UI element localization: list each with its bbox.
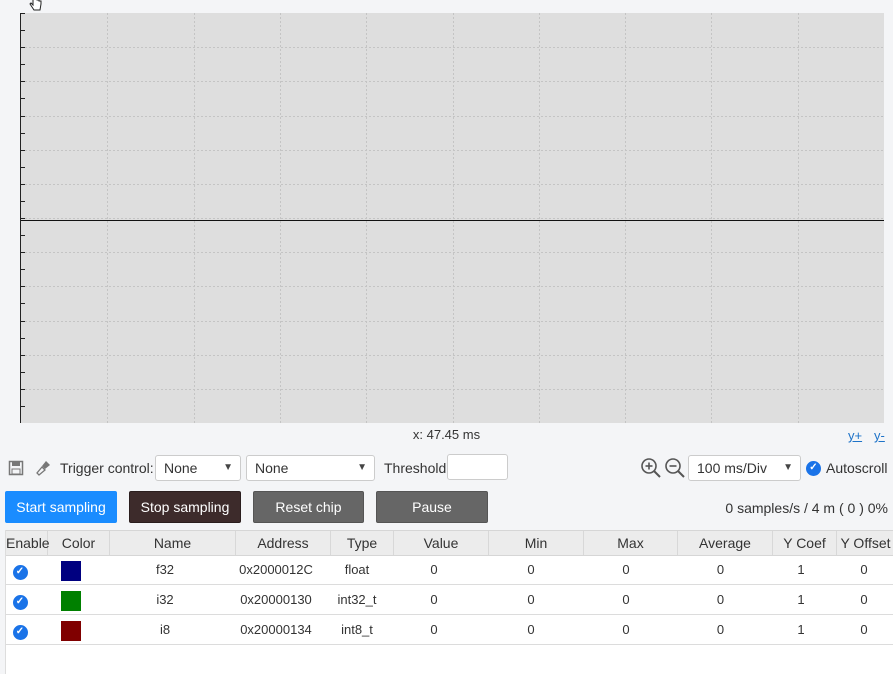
cell-max: 0 (622, 622, 630, 637)
autoscroll-label: Autoscroll (826, 460, 888, 476)
color-swatch-i8 (61, 620, 81, 641)
cell-value: 0 (430, 562, 438, 577)
y-zoom-in-link[interactable]: y+ (848, 428, 862, 443)
cell-max: 0 (622, 562, 630, 577)
start-sampling-button[interactable]: Start sampling (5, 491, 117, 523)
cell-min: 0 (527, 622, 535, 637)
table-row[interactable]: ✓ i8 0x20000134 int8_t 0 0 0 0 1 0 (6, 615, 893, 645)
cell-address: 0x20000134 (240, 622, 312, 637)
variables-table: Enable Color Name Address Type Value Min… (5, 530, 893, 674)
column-header-address[interactable]: Address (236, 531, 331, 555)
cell-name: i32 (156, 592, 174, 607)
check-icon: ✓ (806, 460, 821, 476)
cell-type: float (344, 562, 370, 577)
cell-min: 0 (527, 592, 535, 607)
cell-yoffset[interactable]: 0 (837, 585, 891, 614)
cell-value: 0 (430, 622, 438, 637)
zoom-in-icon[interactable] (640, 457, 662, 479)
cell-address: 0x20000130 (240, 592, 312, 607)
zoom-out-icon[interactable] (664, 457, 686, 479)
check-icon: ✓ (12, 564, 28, 580)
cell-ycoef[interactable]: 1 (773, 555, 829, 584)
autoscroll-toggle[interactable]: ✓ Autoscroll (806, 460, 887, 476)
y-zoom-out-link[interactable]: y- (874, 428, 885, 443)
color-swatch-i32 (61, 590, 81, 611)
samples-status: 0 samples/s / 4 m ( 0 ) 0% (725, 500, 888, 516)
cell-type: int8_t (341, 622, 373, 637)
cell-address: 0x2000012C (239, 562, 313, 577)
pause-button[interactable]: Pause (376, 491, 488, 523)
cell-max: 0 (622, 592, 630, 607)
table-header: Enable Color Name Address Type Value Min… (6, 530, 893, 556)
plot-grid (21, 13, 884, 423)
trigger-channel-value: None (164, 460, 198, 476)
trigger-control-label: Trigger control: (60, 460, 154, 476)
cell-yoffset[interactable]: 0 (837, 615, 891, 644)
x-cursor-readout: x: 47.45 ms (412, 427, 481, 442)
table-row[interactable]: ✓ f32 0x2000012C float 0 0 0 0 1 0 (6, 555, 893, 585)
chevron-down-icon: ▼ (357, 462, 367, 473)
save-icon[interactable] (7, 459, 25, 477)
plot-area[interactable] (20, 13, 884, 423)
column-header-ycoef[interactable]: Y Coef (773, 531, 837, 555)
column-header-min[interactable]: Min (489, 531, 584, 555)
cell-yoffset[interactable]: 0 (837, 555, 891, 584)
trigger-mode-value: None (255, 460, 289, 476)
cell-average: 0 (716, 562, 725, 577)
cell-average: 0 (716, 592, 725, 607)
trigger-mode-select[interactable]: None ▼ (246, 455, 375, 481)
enable-checkbox[interactable]: ✓ (6, 615, 34, 644)
broom-icon[interactable] (35, 459, 53, 477)
cell-name: f32 (155, 562, 175, 577)
column-header-name[interactable]: Name (110, 531, 236, 555)
threshold-label: Threshold: (384, 460, 451, 476)
threshold-input[interactable] (447, 454, 508, 480)
cell-average: 0 (716, 622, 725, 637)
column-header-value[interactable]: Value (394, 531, 489, 555)
color-swatch[interactable] (48, 615, 94, 644)
cell-type: int32_t (337, 592, 377, 607)
enable-checkbox[interactable]: ✓ (6, 585, 34, 614)
check-icon: ✓ (12, 594, 28, 610)
stop-sampling-button[interactable]: Stop sampling (129, 491, 241, 523)
time-div-select[interactable]: 100 ms/Div ▼ (688, 455, 801, 481)
column-header-color[interactable]: Color (48, 531, 110, 555)
hand-cursor-icon (28, 0, 48, 14)
column-header-yoffset[interactable]: Y Offset (837, 531, 893, 555)
chevron-down-icon: ▼ (783, 462, 793, 473)
column-header-max[interactable]: Max (584, 531, 678, 555)
color-swatch[interactable] (48, 555, 94, 584)
cell-min: 0 (527, 562, 535, 577)
column-header-average[interactable]: Average (678, 531, 773, 555)
table-row[interactable]: ✓ i32 0x20000130 int32_t 0 0 0 0 1 0 (6, 585, 893, 615)
enable-checkbox[interactable]: ✓ (6, 555, 34, 584)
time-div-value: 100 ms/Div (697, 460, 768, 476)
chevron-down-icon: ▼ (223, 462, 233, 473)
cell-ycoef[interactable]: 1 (773, 615, 829, 644)
color-swatch-f32 (61, 560, 81, 581)
column-header-type[interactable]: Type (331, 531, 394, 555)
color-swatch[interactable] (48, 585, 94, 614)
cell-ycoef[interactable]: 1 (773, 585, 829, 614)
cell-name: i8 (159, 622, 171, 637)
reset-chip-button[interactable]: Reset chip (253, 491, 364, 523)
check-icon: ✓ (12, 624, 28, 640)
cell-value: 0 (430, 592, 438, 607)
trigger-channel-select[interactable]: None ▼ (155, 455, 241, 481)
column-header-enable[interactable]: Enable (6, 531, 50, 555)
